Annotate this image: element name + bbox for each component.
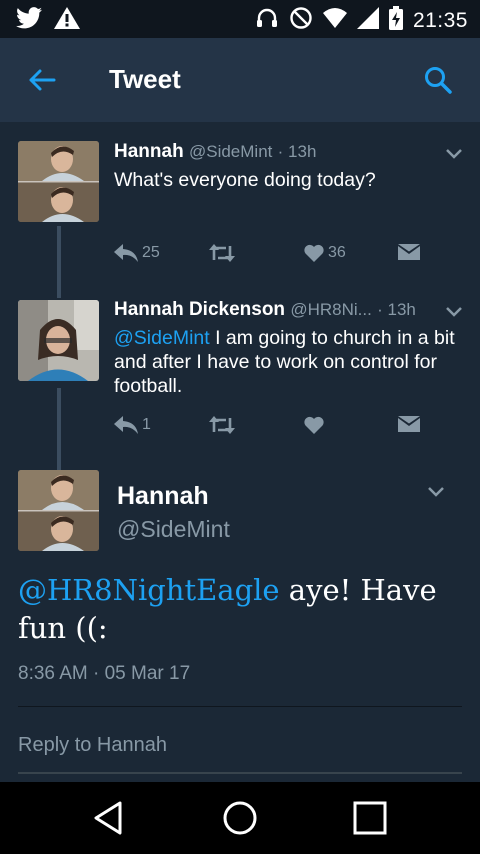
tweet-author-handle: @HR8Ni... bbox=[290, 300, 372, 319]
tweet-actions: 25 36 bbox=[114, 239, 434, 267]
main-tweet-text: @HR8NightEagle aye! Have fun ((: bbox=[18, 571, 458, 647]
like-button[interactable] bbox=[304, 411, 328, 439]
heart-icon bbox=[304, 416, 324, 434]
heart-icon bbox=[304, 244, 324, 262]
direct-message-button[interactable] bbox=[398, 411, 420, 439]
reply-icon bbox=[114, 416, 138, 434]
search-button[interactable] bbox=[420, 62, 456, 98]
nav-back-icon bbox=[94, 801, 122, 835]
search-icon bbox=[425, 67, 452, 94]
chevron-down-icon bbox=[428, 487, 444, 497]
main-tweet-timestamp: 8:36 AM · 05 Mar 17 bbox=[18, 663, 191, 684]
direct-message-button[interactable] bbox=[398, 239, 420, 267]
avatar[interactable] bbox=[18, 470, 99, 551]
nav-recents-icon bbox=[353, 801, 387, 835]
tweet-header: Hannah @SideMint · 13h bbox=[114, 141, 316, 163]
status-time: 21:35 bbox=[412, 8, 468, 32]
nav-home-button[interactable] bbox=[216, 796, 264, 840]
page-title: Tweet bbox=[109, 64, 181, 94]
twitter-icon bbox=[16, 7, 42, 34]
thread-line bbox=[57, 226, 61, 298]
avatar[interactable] bbox=[18, 300, 99, 381]
tweet-mention[interactable]: @SideMint bbox=[114, 327, 210, 349]
tweet-detail: Hannah @SideMint · 13h What's everyone d… bbox=[0, 122, 480, 782]
arrow-left-icon bbox=[29, 69, 56, 91]
warning-icon bbox=[54, 7, 80, 34]
headset-icon bbox=[255, 6, 279, 35]
reply-button[interactable]: 25 bbox=[114, 239, 160, 267]
nav-home-icon bbox=[223, 801, 257, 835]
tweet-author-name[interactable]: Hannah bbox=[114, 141, 184, 162]
reply-icon bbox=[114, 244, 138, 262]
envelope-icon bbox=[398, 244, 420, 260]
main-tweet-mention[interactable]: @HR8NightEagle bbox=[18, 573, 280, 607]
chevron-down-icon bbox=[446, 149, 462, 159]
divider bbox=[18, 706, 462, 707]
do-not-disturb-icon bbox=[289, 6, 313, 35]
envelope-icon bbox=[398, 416, 420, 432]
retweet-icon bbox=[209, 416, 235, 434]
tweet-body: What's everyone doing today? bbox=[114, 169, 376, 191]
tweet-author-name[interactable]: Hannah Dickenson bbox=[114, 299, 285, 320]
tweet-time: · 13h bbox=[277, 142, 317, 161]
tweet-text: What's everyone doing today? bbox=[114, 168, 466, 192]
tweet-time: · 13h bbox=[377, 300, 416, 319]
battery-charging-icon bbox=[388, 6, 403, 35]
status-bar: 21:35 bbox=[0, 0, 480, 38]
reply-count: 25 bbox=[142, 244, 160, 261]
cell-signal-icon bbox=[356, 7, 379, 34]
main-tweet-menu-button[interactable] bbox=[424, 480, 448, 504]
retweet-icon bbox=[209, 244, 235, 262]
retweet-button[interactable] bbox=[208, 239, 240, 267]
tweet-menu-button[interactable] bbox=[442, 300, 466, 324]
thread-line bbox=[57, 388, 61, 470]
avatar[interactable] bbox=[18, 141, 99, 222]
nav-back-button[interactable] bbox=[84, 796, 132, 840]
tweet-text: @SideMint I am going to church in a bit … bbox=[114, 326, 466, 398]
like-count: 36 bbox=[328, 244, 346, 261]
like-button[interactable]: 36 bbox=[304, 239, 346, 267]
tweet-actions: 1 bbox=[114, 411, 434, 439]
reply-count: 1 bbox=[142, 416, 151, 433]
main-tweet-author-handle[interactable]: @SideMint bbox=[117, 516, 230, 543]
system-nav-bar bbox=[0, 782, 480, 854]
nav-recents-button[interactable] bbox=[346, 796, 394, 840]
chevron-down-icon bbox=[446, 307, 462, 317]
app-bar: Tweet bbox=[0, 38, 480, 122]
tweet-menu-button[interactable] bbox=[442, 142, 466, 166]
reply-button[interactable]: 1 bbox=[114, 411, 151, 439]
back-button[interactable] bbox=[22, 64, 62, 96]
tweet-author-handle: @SideMint bbox=[188, 142, 273, 161]
tweet-header: Hannah Dickenson @HR8Ni... · 13h bbox=[114, 299, 416, 321]
wifi-icon bbox=[322, 7, 347, 34]
main-tweet-author-name[interactable]: Hannah bbox=[117, 482, 209, 511]
reply-input[interactable]: Reply to Hannah bbox=[18, 728, 462, 774]
retweet-button[interactable] bbox=[208, 411, 240, 439]
